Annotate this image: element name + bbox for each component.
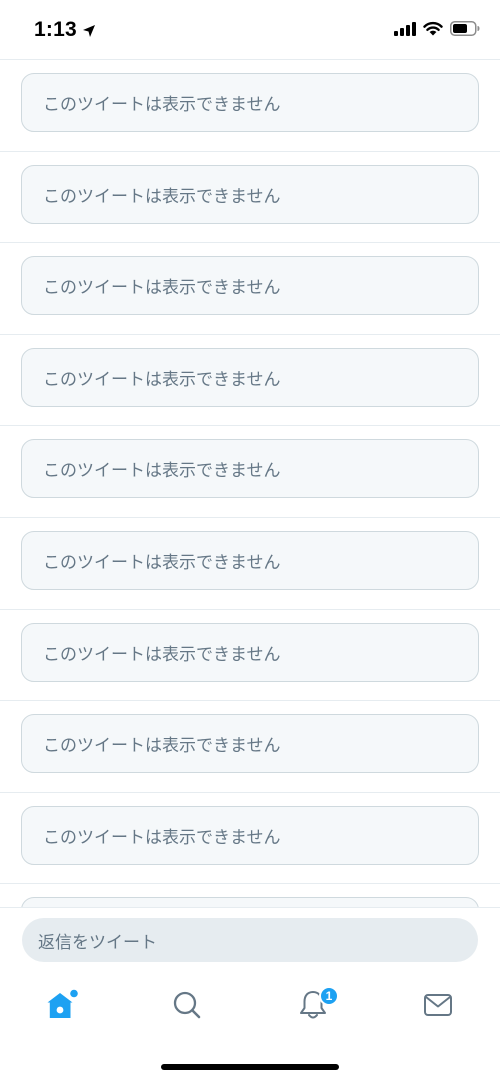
feed-row: このツイートは表示できません <box>0 60 500 152</box>
tab-home[interactable] <box>32 985 92 1025</box>
feed-row: このツイートは表示できません <box>0 426 500 518</box>
feed-row <box>0 884 500 907</box>
unavailable-tweet-message: このツイートは表示できません <box>43 461 281 482</box>
unavailable-tweet-card: このツイートは表示できません <box>21 805 479 865</box>
unavailable-tweet-card: このツイートは表示できません <box>21 439 479 499</box>
tab-bar: 1 <box>0 973 500 1043</box>
search-icon <box>173 991 201 1019</box>
home-indicator[interactable] <box>161 1064 339 1070</box>
status-time-group: 1:13 <box>34 18 96 42</box>
status-time: 1:13 <box>34 18 77 41</box>
feed-row: このツイートは表示できません <box>0 793 500 885</box>
unavailable-tweet-message: このツイートは表示できません <box>43 278 281 299</box>
tab-search[interactable] <box>157 985 217 1025</box>
unavailable-tweet-message: このツイートは表示できません <box>43 95 281 115</box>
feed-row: このツイートは表示できません <box>0 152 500 244</box>
envelope-icon <box>424 994 452 1016</box>
status-indicators <box>394 21 480 36</box>
tab-messages[interactable] <box>408 985 468 1025</box>
unavailable-tweet-card: このツイートは表示できません <box>21 622 479 682</box>
location-arrow-icon <box>82 25 95 37</box>
reply-placeholder: 返信をツイート <box>38 932 157 953</box>
cellular-signal-icon <box>394 21 416 36</box>
wifi-icon <box>423 21 443 36</box>
reply-input[interactable]: 返信をツイート <box>22 918 478 962</box>
tab-notifications[interactable]: 1 <box>283 985 343 1025</box>
unavailable-tweet-card: このツイートは表示できません <box>21 256 479 316</box>
app-screen: 1:13 このツイートは表示できません このツイートは表示できません このツイー… <box>0 0 500 1083</box>
status-bar: 1:13 <box>0 0 500 60</box>
unavailable-tweet-card: このツイートは表示できません <box>21 164 479 224</box>
battery-icon <box>450 21 480 36</box>
tweet-feed[interactable]: このツイートは表示できません このツイートは表示できません このツイートは表示で… <box>0 60 500 907</box>
unavailable-tweet-message: このツイートは表示できません <box>43 736 281 757</box>
feed-row: このツイートは表示できません <box>0 701 500 793</box>
feed-row: このツイートは表示できません <box>0 518 500 610</box>
unavailable-tweet-card: このツイートは表示できません <box>21 530 479 590</box>
unavailable-tweet-message: このツイートは表示できません <box>43 827 281 848</box>
unavailable-tweet-card: このツイートは表示できません <box>21 347 479 407</box>
reply-composer-bar: 返信をツイート <box>0 907 500 973</box>
unavailable-tweet-card <box>21 897 479 907</box>
unavailable-tweet-message: このツイートは表示できません <box>43 369 281 390</box>
unavailable-tweet-card: このツイートは表示できません <box>21 714 479 774</box>
unavailable-tweet-message: このツイートは表示できません <box>43 186 281 207</box>
feed-row: このツイートは表示できません <box>0 243 500 335</box>
unavailable-tweet-card: このツイートは表示できません <box>21 73 479 132</box>
unavailable-tweet-message: このツイートは表示できません <box>43 644 281 665</box>
notification-badge: 1 <box>319 986 339 1006</box>
home-icon <box>47 989 78 1018</box>
feed-row: このツイートは表示できません <box>0 335 500 427</box>
feed-row: このツイートは表示できません <box>0 610 500 702</box>
unavailable-tweet-message: このツイートは表示できません <box>43 552 281 573</box>
